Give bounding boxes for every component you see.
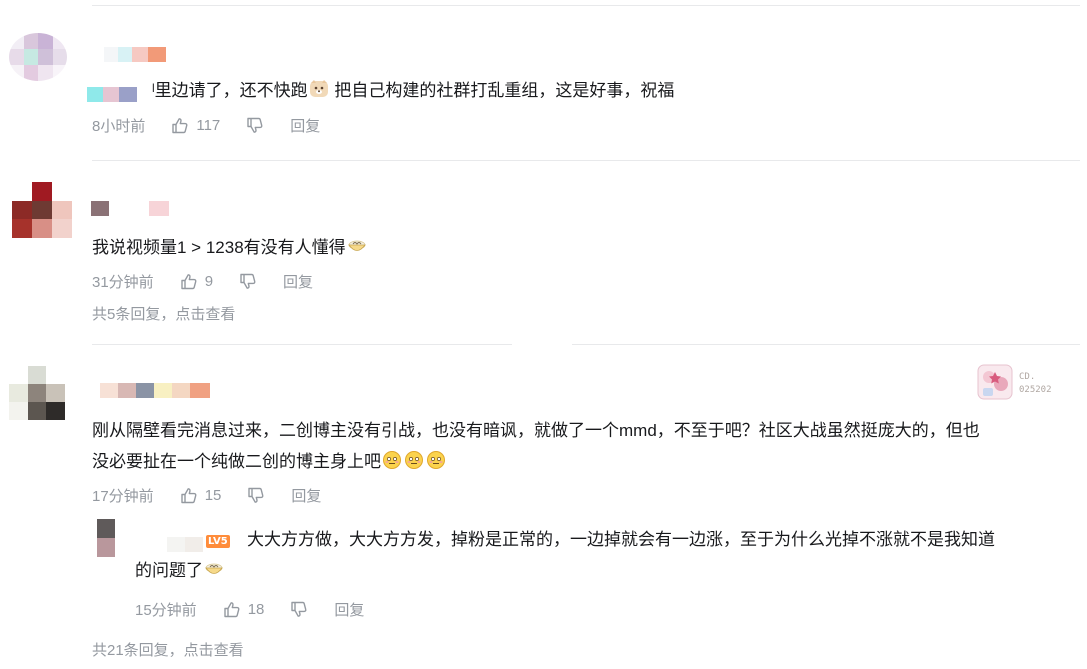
fan-badge-icon — [977, 364, 1013, 400]
username[interactable] — [100, 383, 210, 398]
username[interactable] — [104, 47, 166, 62]
reply-button[interactable]: 回复 — [334, 599, 364, 620]
reply-button[interactable]: 回复 — [283, 271, 313, 292]
like-count: 9 — [204, 272, 214, 290]
comment-text: 刚从隔壁看完消息过来，二创博主没有引战，也没有暗讽，就做了一个mmd，不至于吧？… — [92, 421, 980, 471]
awkward-emoji-icon — [405, 451, 423, 469]
comment-meta: 17分钟前 15 回复 — [92, 484, 321, 506]
reply-text: 大大方方做，大大方方发，掉粉是正常的，一边掉就会有一边涨，至于为什么光掉不涨就不… — [135, 530, 995, 580]
reply-button[interactable]: 回复 — [290, 115, 320, 136]
timestamp: 8小时前 — [92, 117, 146, 135]
like-count: 117 — [196, 116, 221, 134]
fan-badge-name: CD. — [1019, 372, 1036, 382]
divider — [92, 160, 1080, 161]
like-count: 15 — [204, 486, 222, 504]
like-button[interactable]: 117 — [171, 117, 220, 134]
thumb-up-icon — [223, 601, 240, 617]
reply-button[interactable]: 回复 — [291, 485, 321, 506]
comment-text: ˡ里边请了，还不快跑 把自己构建的社群打乱重组，这是好事，祝福 — [152, 80, 675, 100]
view-more-replies-link[interactable]: 共5条回复，点击查看 — [92, 303, 235, 324]
thumb-up-icon — [180, 273, 197, 289]
dislike-button[interactable] — [246, 117, 264, 134]
like-button[interactable]: 15 — [180, 486, 222, 504]
divider — [92, 5, 1080, 6]
user-tag — [87, 87, 137, 102]
bowl-emoji-icon — [347, 240, 366, 251]
view-more-replies-link[interactable]: 共21条回复，点击查看 — [92, 639, 244, 660]
comment-meta: 8小时前 117 回复 — [92, 114, 320, 136]
awkward-emoji-icon — [427, 451, 445, 469]
timestamp: 17分钟前 — [92, 487, 154, 505]
username[interactable] — [91, 201, 169, 216]
fan-badge-number: 025202 — [1019, 385, 1052, 395]
doge-emoji-icon — [309, 80, 328, 97]
divider — [572, 344, 1080, 345]
like-count: 18 — [247, 600, 265, 618]
avatar[interactable] — [9, 366, 65, 420]
timestamp: 15分钟前 — [135, 601, 197, 619]
like-button[interactable]: 9 — [180, 273, 213, 290]
bowl-emoji-icon — [205, 563, 223, 574]
avatar[interactable] — [12, 182, 72, 238]
like-button[interactable]: 18 — [223, 600, 265, 618]
divider — [92, 344, 512, 345]
thumb-down-icon — [248, 487, 264, 503]
awkward-emoji-icon — [383, 451, 401, 469]
comment-meta: 31分钟前 9 回复 — [92, 270, 313, 292]
dislike-button[interactable] — [247, 487, 265, 504]
reply-avatar[interactable] — [97, 519, 115, 557]
reply-meta: 15分钟前 18 回复 — [135, 598, 364, 620]
timestamp: 31分钟前 — [92, 273, 154, 291]
thumb-down-icon — [291, 601, 307, 617]
thumb-down-icon — [240, 273, 256, 289]
thumb-down-icon — [247, 117, 263, 133]
comment-text: 我说视频量1 > 1238有没有人懂得 — [92, 232, 368, 263]
thumb-up-icon — [180, 487, 197, 503]
avatar[interactable] — [9, 33, 67, 81]
dislike-button[interactable] — [239, 273, 257, 290]
thumb-up-icon — [172, 117, 188, 133]
dislike-button[interactable] — [290, 601, 308, 618]
